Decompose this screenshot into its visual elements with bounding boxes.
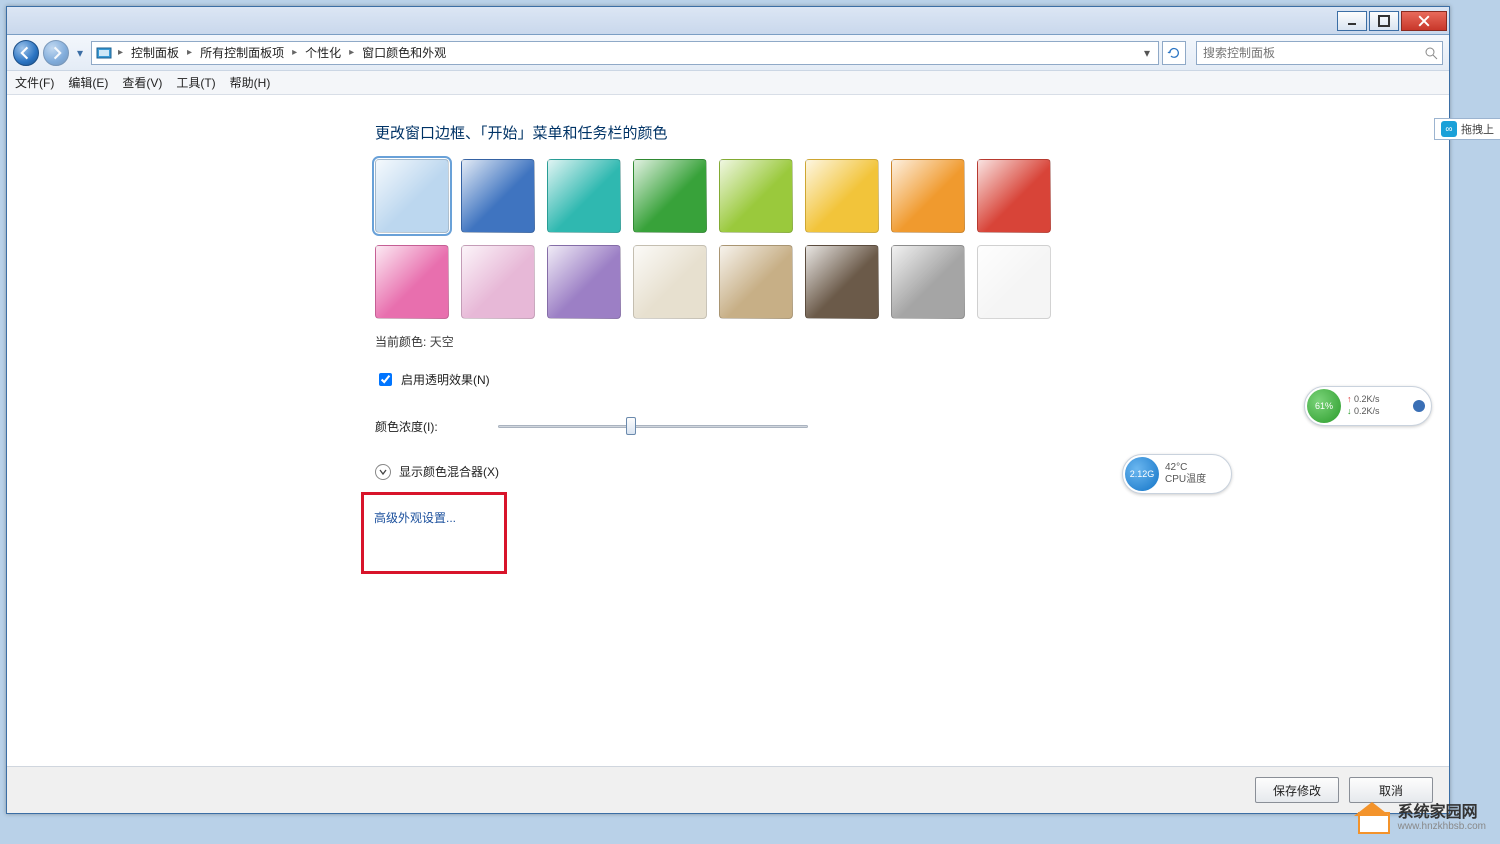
breadcrumb-separator: ▸ — [183, 47, 196, 58]
close-icon — [1418, 15, 1430, 27]
forward-button[interactable] — [43, 40, 69, 66]
arrow-left-icon — [19, 46, 33, 60]
network-indicator-icon — [1413, 400, 1425, 412]
chevron-down-icon — [379, 468, 387, 476]
titlebar — [7, 7, 1449, 35]
network-stats: 0.2K/s 0.2K/s — [1347, 394, 1380, 417]
transparency-checkbox[interactable] — [379, 373, 392, 386]
cloud-icon: ∞ — [1441, 121, 1457, 137]
transparency-label: 启用透明效果(N) — [401, 371, 490, 388]
advanced-appearance-link[interactable]: 高级外观设置... — [374, 509, 456, 571]
breadcrumb-item[interactable]: 所有控制面板项 — [198, 44, 286, 61]
mixer-label: 显示颜色混合器(X) — [399, 463, 499, 480]
color-swatch[interactable] — [633, 245, 707, 319]
menu-file[interactable]: 文件(F) — [15, 74, 54, 91]
cpu-stats: 42°C CPU温度 — [1165, 462, 1206, 486]
menu-edit[interactable]: 编辑(E) — [68, 74, 108, 91]
breadcrumb-separator: ▸ — [345, 47, 358, 58]
slider-track — [498, 425, 808, 428]
control-panel-icon — [96, 45, 112, 61]
history-dropdown[interactable]: ▾ — [73, 40, 87, 66]
intensity-slider[interactable] — [498, 417, 808, 435]
maximize-button[interactable] — [1369, 11, 1399, 31]
transparency-row: 启用透明效果(N) — [375, 370, 1449, 389]
color-swatch[interactable] — [633, 159, 707, 233]
menu-tools[interactable]: 工具(T) — [176, 74, 215, 91]
watermark: 系统家园网 www.hnzkhbsb.com — [1354, 802, 1486, 834]
expand-button[interactable] — [375, 464, 391, 480]
breadcrumb-dropdown[interactable]: ▾ — [1138, 44, 1156, 62]
cpu-temp: 42°C — [1165, 462, 1206, 474]
address-bar-row: ▾ ▸ 控制面板 ▸ 所有控制面板项 ▸ 个性化 ▸ 窗口颜色和外观 ▾ — [7, 35, 1449, 71]
menu-help[interactable]: 帮助(H) — [230, 74, 271, 91]
watermark-title: 系统家园网 — [1398, 804, 1486, 822]
breadcrumb-item[interactable]: 个性化 — [303, 44, 343, 61]
cancel-button[interactable]: 取消 — [1349, 777, 1433, 803]
color-swatch[interactable] — [719, 245, 793, 319]
color-swatch[interactable] — [461, 245, 535, 319]
network-widget[interactable]: 61% 0.2K/s 0.2K/s — [1304, 386, 1432, 426]
color-swatch[interactable] — [805, 159, 879, 233]
color-swatch[interactable] — [375, 245, 449, 319]
advanced-highlight-box: 高级外观设置... — [361, 492, 507, 574]
explorer-window: ▾ ▸ 控制面板 ▸ 所有控制面板项 ▸ 个性化 ▸ 窗口颜色和外观 ▾ 文件(… — [6, 6, 1450, 814]
house-icon — [1354, 802, 1390, 834]
page-content: 更改窗口边框、「开始」菜单和任务栏的颜色 当前颜色: 天空 启用透明效果(N) … — [7, 96, 1449, 765]
save-button[interactable]: 保存修改 — [1255, 777, 1339, 803]
search-input[interactable] — [1197, 42, 1442, 64]
color-swatch[interactable] — [891, 159, 965, 233]
close-button[interactable] — [1401, 11, 1447, 31]
color-swatch[interactable] — [891, 245, 965, 319]
cpu-temp-label: CPU温度 — [1165, 474, 1206, 486]
current-color-row: 当前颜色: 天空 — [375, 333, 1449, 350]
watermark-url: www.hnzkhbsb.com — [1398, 821, 1486, 832]
refresh-icon — [1167, 46, 1181, 60]
current-color-value: 天空 — [430, 335, 454, 349]
color-swatch[interactable] — [461, 159, 535, 233]
search-box[interactable] — [1196, 41, 1443, 65]
intensity-row: 颜色浓度(I): — [375, 417, 1449, 435]
side-tab[interactable]: ∞ 拖拽上 — [1434, 118, 1500, 140]
breadcrumb-separator: ▸ — [114, 47, 127, 58]
color-swatch[interactable] — [547, 159, 621, 233]
back-button[interactable] — [13, 40, 39, 66]
breadcrumb-item[interactable]: 控制面板 — [129, 44, 181, 61]
cpu-gauge: 2.12G — [1125, 457, 1159, 491]
color-swatch[interactable] — [977, 245, 1051, 319]
refresh-button[interactable] — [1162, 41, 1186, 65]
breadcrumb-item[interactable]: 窗口颜色和外观 — [360, 44, 448, 61]
footer-bar: 保存修改 取消 — [7, 766, 1449, 813]
color-swatch[interactable] — [805, 245, 879, 319]
intensity-label: 颜色浓度(I): — [375, 418, 438, 435]
mixer-row[interactable]: 显示颜色混合器(X) — [375, 463, 1449, 480]
color-swatch[interactable] — [375, 159, 449, 233]
search-icon — [1424, 46, 1438, 63]
network-gauge: 61% — [1307, 389, 1341, 423]
color-swatch[interactable] — [977, 159, 1051, 233]
color-swatch-grid — [375, 159, 1095, 319]
slider-thumb[interactable] — [626, 417, 636, 435]
menu-view[interactable]: 查看(V) — [122, 74, 162, 91]
breadcrumb-separator: ▸ — [288, 47, 301, 58]
color-swatch[interactable] — [547, 245, 621, 319]
cpu-widget[interactable]: 2.12G 42°C CPU温度 — [1122, 454, 1232, 494]
download-speed: 0.2K/s — [1347, 406, 1380, 418]
minimize-button[interactable] — [1337, 11, 1367, 31]
menu-bar: 文件(F) 编辑(E) 查看(V) 工具(T) 帮助(H) — [7, 71, 1449, 95]
current-color-label: 当前颜色: — [375, 335, 426, 349]
upload-speed: 0.2K/s — [1347, 394, 1380, 406]
color-swatch[interactable] — [719, 159, 793, 233]
side-tab-label: 拖拽上 — [1461, 121, 1494, 137]
page-heading: 更改窗口边框、「开始」菜单和任务栏的颜色 — [375, 122, 1449, 143]
arrow-right-icon — [49, 46, 63, 60]
breadcrumb-bar[interactable]: ▸ 控制面板 ▸ 所有控制面板项 ▸ 个性化 ▸ 窗口颜色和外观 ▾ — [91, 41, 1159, 65]
